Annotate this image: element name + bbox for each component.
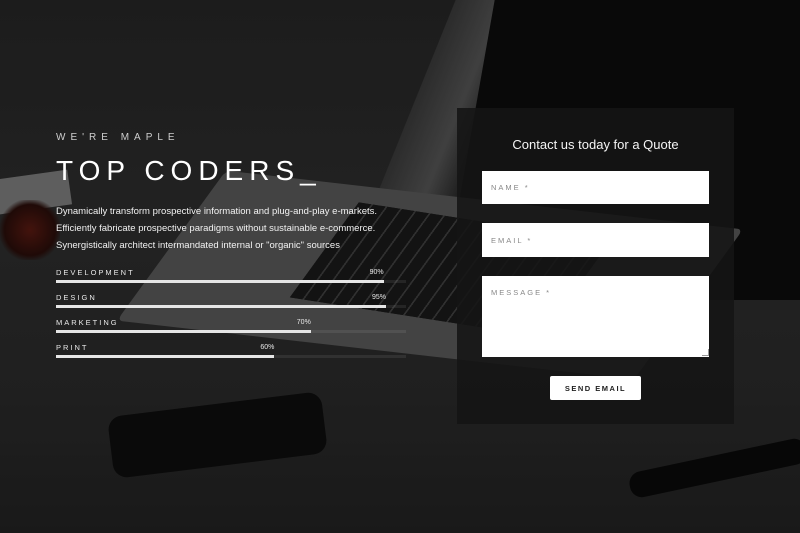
hero-description-line: Dynamically transform prospective inform…: [56, 206, 378, 217]
resize-handle-icon[interactable]: [702, 349, 709, 356]
skill-progress-bar: [56, 305, 386, 308]
skill-percent: 70%: [296, 319, 311, 326]
skill-label: DESIGN: [56, 293, 97, 302]
skill-design: DESIGN 95%: [56, 293, 406, 318]
skills-list: DEVELOPMENT 90% DESIGN 95% MARKETING 70%…: [56, 268, 406, 368]
message-field[interactable]: [482, 276, 709, 357]
skill-percent: 60%: [260, 344, 275, 351]
skill-development: DEVELOPMENT 90%: [56, 268, 406, 293]
hero-eyebrow: WE'RE MAPLE: [56, 132, 180, 143]
skill-progress-bar: [56, 280, 384, 283]
hero-title: TOP CODERS_: [56, 155, 322, 186]
skill-percent: 90%: [369, 269, 384, 276]
contact-heading: Contact us today for a Quote: [512, 137, 679, 152]
hero-section: WE'RE MAPLE TOP CODERS_ Dynamically tran…: [56, 132, 436, 254]
send-email-button[interactable]: SEND EMAIL: [550, 376, 641, 400]
skill-progress-bar: [56, 355, 275, 358]
skill-label: PRINT: [56, 343, 89, 352]
name-field[interactable]: [482, 171, 709, 204]
skill-progress-bar: [56, 330, 311, 333]
hero-description-line: Efficiently fabricate prospective paradi…: [56, 223, 376, 234]
hero-description: Dynamically transform prospective inform…: [56, 203, 386, 254]
skill-print: PRINT 60%: [56, 343, 406, 368]
email-field[interactable]: [482, 223, 709, 257]
hero-description-line: Synergistically architect intermandated …: [56, 240, 340, 251]
skill-label: DEVELOPMENT: [56, 268, 135, 277]
contact-form: Contact us today for a Quote SEND EMAIL: [457, 108, 734, 424]
skill-percent: 95%: [371, 294, 386, 301]
skill-marketing: MARKETING 70%: [56, 318, 406, 343]
skill-label: MARKETING: [56, 318, 119, 327]
